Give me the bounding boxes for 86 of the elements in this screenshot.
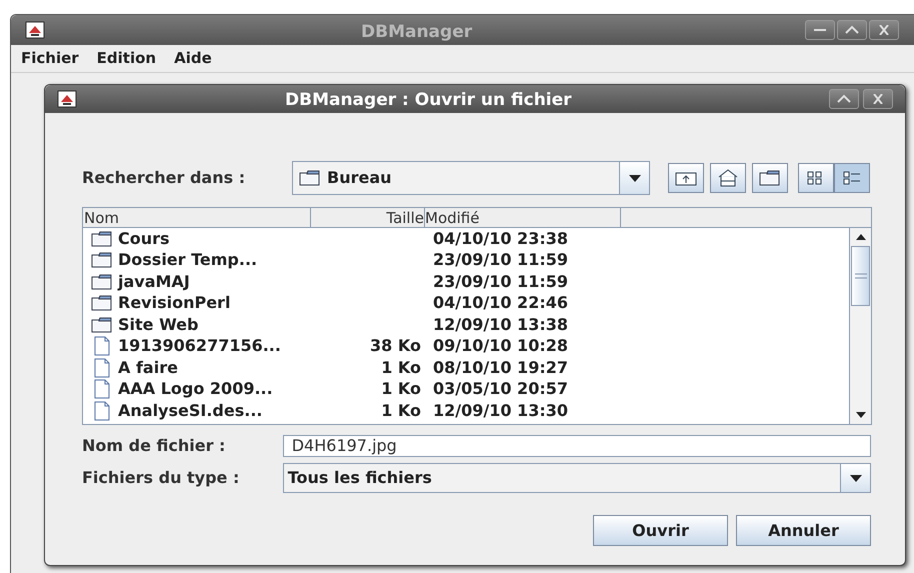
document-icon [94,400,110,421]
maximize-button[interactable] [829,89,859,109]
scroll-down-icon [856,412,866,418]
dropdown-caret-icon [628,174,640,182]
cancel-button[interactable]: Annuler [736,515,871,546]
dropdown-caret-icon [850,474,862,482]
view-toggle-button[interactable] [798,163,834,193]
file-row[interactable]: Dossier Temp... 23/09/10 11:59 [83,250,849,271]
look-in-value: Bureau [327,167,393,189]
file-size: 1 Ko [381,358,421,378]
folder-up-icon [675,170,697,186]
file-modified: 04/10/10 22:46 [433,293,568,314]
file-type-value: Tous les fichiers [286,467,433,489]
file-row[interactable]: A faire 1 Ko 08/10/10 19:27 [83,357,849,378]
look-in-label: Rechercher dans : [82,167,246,189]
maximize-icon [845,25,859,35]
close-button[interactable] [863,89,893,109]
close-button[interactable] [869,20,899,40]
file-modified: 12/09/10 13:38 [433,314,568,335]
file-modified: 12/09/10 13:30 [433,400,568,421]
folder-icon [91,274,113,290]
folder-icon [299,170,321,186]
folder-icon [91,316,113,333]
scrollbar-thumb[interactable] [851,246,870,306]
view-toggle-button[interactable] [834,163,870,193]
scrollbar[interactable] [849,228,871,424]
file-type-label: Fichiers du type : [82,467,240,489]
column-header[interactable]: Taille [311,208,425,228]
file-row[interactable]: Cours 04/10/10 23:38 [83,228,849,250]
column-header[interactable]: Nom [83,208,311,228]
app-icon [57,90,77,108]
menu-item[interactable]: Edition [96,47,156,70]
app-icon [25,21,45,39]
file-type-dropdown[interactable]: Tous les fichiers [282,463,871,493]
window-title: DBManager [361,21,472,44]
new-folder-button[interactable] [752,163,788,193]
dialog-title: DBManager : Ouvrir un fichier [285,89,572,112]
file-name: AnalyseSI.des... [118,400,262,421]
file-modified: 23/09/10 11:59 [433,272,568,292]
file-row[interactable]: RevisionPerl 04/10/10 22:46 [83,292,849,314]
file-size: 1 Ko [381,379,421,400]
close-icon [871,94,885,104]
maximize-icon [837,94,851,104]
look-in-dropdown[interactable]: Bureau [292,161,650,195]
document-icon [94,379,110,400]
minimize-button[interactable] [805,20,835,40]
file-modified: 23/09/10 11:59 [433,250,568,270]
menu-item[interactable]: Fichier [21,47,79,70]
file-name: Dossier Temp... [118,250,258,270]
file-modified: 03/05/10 20:57 [433,379,568,400]
scroll-up-icon [856,234,866,240]
home-button[interactable] [710,163,746,193]
file-name: RevisionPerl [118,293,230,314]
file-size: 1 Ko [381,400,421,421]
file-row[interactable]: Site Web 12/09/10 13:38 [83,314,849,336]
maximize-button[interactable] [837,20,867,40]
file-row[interactable]: 1913906277156... 38 Ko 09/10/10 10:28 [83,336,849,357]
details-view-icon [842,170,862,186]
file-name-label: Nom de fichier : [82,435,226,457]
file-row[interactable]: AnalyseSI.des... 1 Ko 12/09/10 13:30 [83,400,849,422]
menu-item[interactable]: Aide [174,47,212,70]
file-name: AAA Logo 2009... [118,379,273,400]
file-name: Site Web [118,314,198,335]
file-row[interactable]: AAA Logo 2009... 1 Ko 03/05/10 20:57 [83,378,849,400]
column-header[interactable]: Modifié [425,208,621,228]
grip-icon [854,273,866,279]
file-name-field[interactable]: D4H6197.jpg [282,435,871,457]
home-icon [717,169,739,187]
file-name: 1913906277156... [118,336,281,356]
folder-icon [91,230,113,247]
folder-icon [91,295,113,312]
close-icon [877,25,891,35]
folder-icon [759,170,781,186]
file-name: javaMAJ [118,272,190,292]
file-modified: 09/10/10 10:28 [433,336,568,356]
file-row[interactable]: javaMAJ 23/09/10 11:59 [83,271,849,292]
file-size: 38 Ko [370,336,421,356]
folder-icon [91,252,113,268]
document-icon [94,336,110,356]
file-modified: 08/10/10 19:27 [433,358,568,378]
up-folder-button[interactable] [668,163,704,193]
file-name: Cours [118,228,170,249]
document-icon [94,358,110,378]
file-name: A faire [118,358,178,378]
file-modified: 04/10/10 23:38 [433,228,568,249]
open-button[interactable]: Ouvrir [593,515,728,546]
